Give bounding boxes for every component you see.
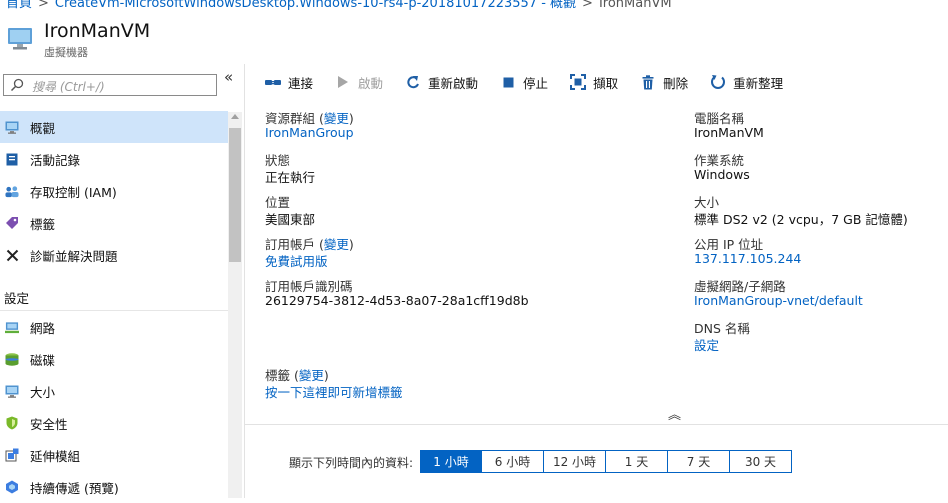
extension-icon	[5, 448, 19, 462]
refresh-button[interactable]: 重新整理	[709, 73, 783, 92]
tag-icon	[5, 216, 19, 230]
stop-button[interactable]: 停止	[499, 73, 548, 92]
people-icon	[5, 184, 19, 198]
subscription-id-value: 26129754-3812-4d53-8a07-28a1cff19d8b	[265, 293, 529, 308]
page-subtitle: 虛擬機器	[44, 46, 88, 59]
wrench-icon	[5, 248, 19, 262]
change-subscription-link[interactable]: 變更	[324, 237, 349, 252]
monitor-icon	[5, 120, 19, 134]
refresh-icon	[709, 74, 727, 90]
collapse-sidebar-icon[interactable]: «	[224, 68, 233, 86]
sidebar-item-label: 網路	[30, 320, 56, 336]
capture-button[interactable]: 擷取	[569, 73, 618, 92]
sidebar-item-networking[interactable]: 網路	[0, 311, 228, 343]
sidebar-item-security[interactable]: 安全性	[0, 407, 228, 439]
toolbar-label: 刪除	[663, 75, 689, 91]
resource-group-link[interactable]: IronManGroup	[265, 125, 354, 140]
collapse-essentials-icon[interactable]: ︽	[668, 404, 681, 423]
restart-button[interactable]: 重新啟動	[404, 73, 478, 92]
time-range-12-hours[interactable]: 12 小時	[544, 450, 606, 473]
restart-icon	[404, 74, 422, 90]
trash-icon	[639, 74, 657, 90]
public-ip-link[interactable]: 137.117.105.244	[694, 251, 801, 266]
sidebar-item-label: 磁碟	[30, 352, 56, 368]
toolbar-label: 停止	[523, 75, 549, 91]
toolbar-label: 連接	[288, 75, 314, 91]
sidebar-item-tags[interactable]: 標籤	[0, 207, 228, 239]
delete-button[interactable]: 刪除	[639, 73, 688, 92]
breadcrumb-separator-icon: >	[582, 0, 593, 11]
subscription-link[interactable]: 免費試用版	[265, 251, 328, 270]
add-tags-link[interactable]: 按一下這裡即可新增標籤	[265, 382, 403, 401]
size-value: 標準 DS2 v2 (2 vcpu，7 GB 記憶體)	[694, 212, 908, 227]
breadcrumb-parent[interactable]: CreateVm-MicrosoftWindowsDesktop.Windows…	[55, 0, 576, 11]
sidebar: 搜尋 (Ctrl+/) « 概觀 活動記錄 存取控制 (IAM) 標籤 診斷並解…	[0, 64, 244, 498]
sidebar-item-label: 持續傳遞 (預覽)	[30, 480, 119, 496]
vnet-link[interactable]: IronManGroup-vnet/default	[694, 293, 863, 308]
search-placeholder: 搜尋 (Ctrl+/)	[32, 80, 105, 94]
start-button[interactable]: 啟動	[334, 73, 383, 92]
activity-log-icon	[5, 152, 19, 166]
time-range-6-hours[interactable]: 6 小時	[482, 450, 544, 473]
play-icon	[334, 74, 352, 90]
dns-configure-link[interactable]: 設定	[694, 335, 719, 354]
toolbar-label: 啟動	[358, 75, 384, 91]
sidebar-divider	[244, 64, 245, 498]
connect-button[interactable]: 連接	[264, 73, 313, 92]
time-range-1-hour[interactable]: 1 小時	[420, 450, 482, 473]
sidebar-item-label: 標籤	[30, 216, 56, 232]
toolbar-label: 重新整理	[733, 75, 784, 91]
sidebar-item-iam[interactable]: 存取控制 (IAM)	[0, 175, 228, 207]
sidebar-item-diagnose[interactable]: 診斷並解決問題	[0, 239, 228, 271]
sidebar-item-label: 診斷並解決問題	[30, 248, 118, 264]
computer-name-value: IronManVM	[694, 125, 764, 140]
change-tags-link[interactable]: 變更	[299, 368, 324, 383]
shield-icon	[5, 416, 19, 430]
sidebar-item-overview[interactable]: 概觀	[0, 111, 228, 143]
sidebar-item-label: 大小	[30, 384, 56, 400]
command-toolbar: 連接 啟動 重新啟動 停止 擷取 刪除 重新整理	[264, 70, 804, 94]
toolbar-label: 擷取	[593, 75, 619, 91]
sidebar-item-continuous-delivery[interactable]: 持續傳遞 (預覽)	[0, 471, 228, 503]
change-resource-group-link[interactable]: 變更	[324, 111, 349, 126]
sidebar-item-size[interactable]: 大小	[0, 375, 228, 407]
sidebar-item-label: 存取控制 (IAM)	[30, 184, 117, 200]
sidebar-section-settings: 設定	[4, 291, 30, 306]
monitor-icon	[5, 384, 19, 398]
sidebar-item-label: 概觀	[30, 120, 56, 136]
sidebar-item-label: 延伸模組	[30, 448, 81, 464]
status-value: 正在執行	[265, 170, 316, 185]
scroll-up-icon[interactable]	[231, 114, 239, 119]
plug-icon	[264, 74, 282, 90]
page-title: IronManVM	[44, 20, 151, 42]
sidebar-item-label: 安全性	[30, 416, 68, 432]
breadcrumb-current: IronManVM	[598, 0, 672, 11]
time-range-1-day[interactable]: 1 天	[606, 450, 668, 473]
stop-icon	[499, 74, 517, 90]
sidebar-item-extensions[interactable]: 延伸模組	[0, 439, 228, 471]
essentials-divider	[245, 424, 948, 425]
os-value: Windows	[694, 167, 750, 182]
time-range-selector: 1 小時 6 小時 12 小時 1 天 7 天 30 天	[420, 450, 792, 473]
search-icon	[10, 78, 24, 92]
sidebar-item-activity-log[interactable]: 活動記錄	[0, 143, 228, 175]
time-range-7-days[interactable]: 7 天	[668, 450, 730, 473]
time-range-30-days[interactable]: 30 天	[730, 450, 792, 473]
location-value: 美國東部	[265, 212, 316, 227]
toolbar-label: 重新啟動	[428, 75, 479, 91]
time-range-label: 顯示下列時間內的資料:	[289, 456, 414, 470]
virtual-machine-icon	[8, 28, 32, 50]
breadcrumb-home[interactable]: 首頁	[6, 0, 32, 11]
breadcrumb: 首頁 > CreateVm-MicrosoftWindowsDesktop.Wind…	[6, 0, 672, 12]
sidebar-scrollbar[interactable]	[228, 112, 242, 498]
capture-icon	[569, 74, 587, 90]
sidebar-item-disks[interactable]: 磁碟	[0, 343, 228, 375]
sidebar-item-label: 活動記錄	[30, 152, 81, 168]
delivery-icon	[5, 480, 19, 494]
disk-icon	[5, 352, 19, 366]
network-icon	[5, 320, 19, 334]
search-input[interactable]: 搜尋 (Ctrl+/)	[3, 74, 217, 96]
scrollbar-thumb[interactable]	[229, 128, 241, 262]
breadcrumb-separator-icon: >	[38, 0, 49, 11]
